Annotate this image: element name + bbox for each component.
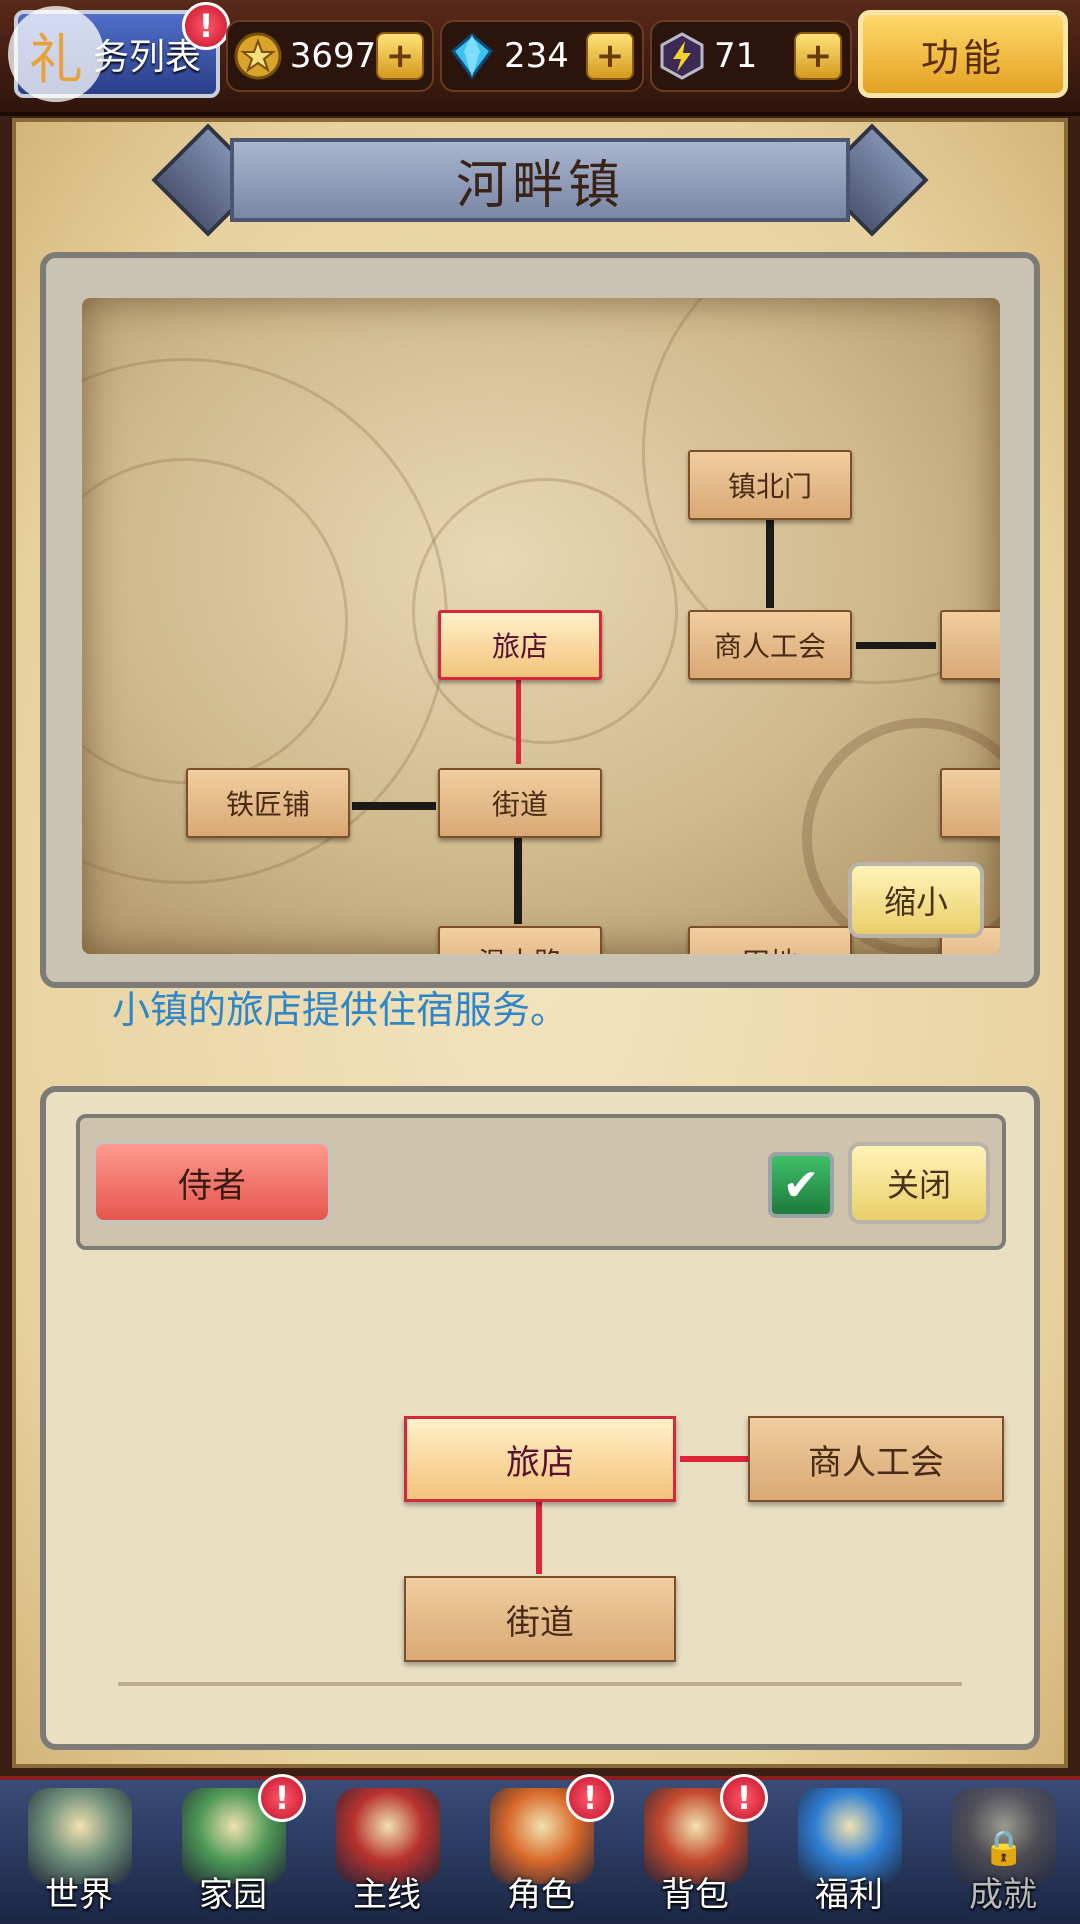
diamond-counter: 234 + [440, 20, 644, 92]
nav-character[interactable]: 角色! [466, 1774, 616, 1920]
nav-backpack[interactable]: 背包! [620, 1774, 770, 1920]
map-node-north-gate[interactable]: 镇北门 [688, 450, 852, 520]
path-line [766, 520, 774, 608]
town-map[interactable]: 镇北门 旅店 商人工会 洋 铁匠铺 街道 街 温木路 田地 河 [82, 298, 1000, 954]
map-node-inn[interactable]: 旅店 [438, 610, 602, 680]
coin-counter: 3697 + [226, 20, 434, 92]
checkmark-icon: ✔ [782, 1159, 820, 1211]
map-node-partial-bottom-2[interactable]: 田地 [688, 926, 852, 954]
zoom-out-button[interactable]: 缩小 [848, 862, 984, 938]
nav-alert-icon: ! [720, 1774, 768, 1822]
map-node-partial-right[interactable]: 洋 [940, 610, 1000, 680]
location-banner: 河畔镇 [151, 123, 929, 237]
detail-node-inn[interactable]: 旅店 [404, 1416, 676, 1502]
energy-icon [656, 30, 708, 82]
nav-label: 角色 [507, 1875, 575, 1915]
diamond-value: 234 [504, 36, 569, 76]
nav-label: 主线 [353, 1875, 421, 1915]
nav-label: 世界 [45, 1875, 113, 1915]
nav-home[interactable]: 家园! [158, 1774, 308, 1920]
nav-world[interactable]: 世界 [4, 1782, 154, 1920]
location-title: 河畔镇 [455, 155, 624, 216]
quest-alert-icon: ! [182, 2, 230, 50]
nav-label: 家园 [199, 1875, 267, 1915]
detail-node-merchant-guild[interactable]: 商人工会 [748, 1416, 1004, 1502]
nav-alert-icon: ! [258, 1774, 306, 1822]
detail-node-street[interactable]: 街道 [404, 1576, 676, 1662]
nav-label: 成就 [969, 1875, 1037, 1915]
active-path-line [516, 678, 521, 764]
close-button[interactable]: 关闭 [848, 1142, 990, 1224]
active-path-line [536, 1502, 542, 1574]
energy-value: 71 [714, 36, 758, 76]
map-node-partial-right-2[interactable]: 街 [940, 768, 1000, 838]
map-node-merchant-guild[interactable]: 商人工会 [688, 610, 852, 680]
add-energy-button[interactable]: + [794, 32, 842, 80]
auto-checkbox[interactable]: ✔ [768, 1152, 834, 1218]
panel-divider [118, 1682, 962, 1686]
nav-label: 背包 [661, 1875, 729, 1915]
add-coin-button[interactable]: + [376, 32, 424, 80]
coin-icon [232, 30, 284, 82]
energy-counter: 71 + [650, 20, 852, 92]
map-node-partial-bottom[interactable]: 温木路 [438, 926, 602, 954]
path-line [514, 838, 522, 924]
path-line [856, 642, 936, 649]
coin-value: 3697 [289, 36, 377, 76]
gift-icon[interactable]: 礼 [8, 6, 104, 102]
nav-label: 福利 [815, 1875, 883, 1915]
diamond-icon [446, 30, 498, 82]
nav-alert-icon: ! [566, 1774, 614, 1822]
nav-main-quest[interactable]: 主线 [312, 1782, 462, 1920]
npc-waiter-button[interactable]: 侍者 [92, 1140, 332, 1224]
function-button[interactable]: 功能 [858, 10, 1068, 98]
path-line [352, 802, 436, 810]
map-node-blacksmith[interactable]: 铁匠铺 [186, 768, 350, 838]
nav-achievement[interactable]: 🔒 成就 [928, 1782, 1078, 1920]
map-node-street[interactable]: 街道 [438, 768, 602, 838]
active-path-line [680, 1456, 750, 1462]
lock-icon: 🔒 [982, 1828, 1026, 1868]
location-description: 小镇的旅店提供住宿服务。 [112, 990, 569, 1030]
add-diamond-button[interactable]: + [586, 32, 634, 80]
nav-welfare[interactable]: 福利 [774, 1782, 924, 1920]
